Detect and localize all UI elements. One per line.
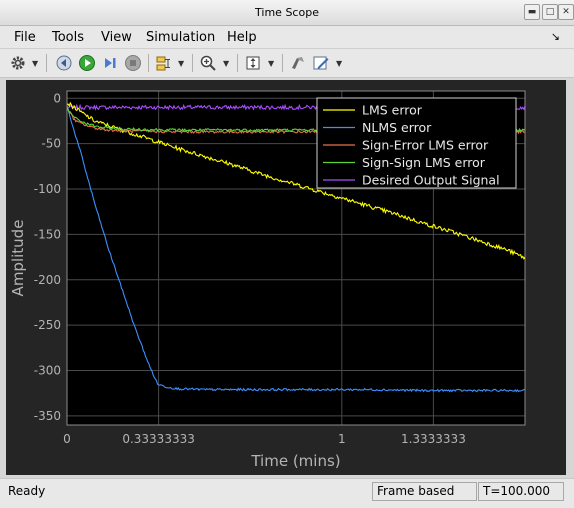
y-tick-label: -50 [41,137,61,151]
status-mode: Frame based [372,482,477,501]
maximize-icon: □ [545,7,555,17]
menu-view[interactable]: View [101,30,132,45]
minimize-button[interactable]: ▬ [524,4,540,20]
pin-icon[interactable]: ↘ [551,30,560,43]
time-scope-plot[interactable]: 0-50-100-150-200-250-300-3500 0.33333333 1… [6,80,566,475]
menu-file[interactable]: File [14,30,36,45]
y-tick-label: -150 [34,227,61,241]
window-titlebar: Time Scope ▬ □ ✕ [0,0,574,26]
menu-tools[interactable]: Tools [52,30,84,45]
y-tick-label: -100 [34,182,61,196]
style-icon[interactable] [311,53,331,73]
y-tick-label: -350 [34,409,61,423]
legend-entry: LMS error [362,103,423,118]
window-title: Time Scope [255,6,319,19]
close-icon: ✕ [562,7,570,17]
x-tick-label: 1 [338,432,346,446]
scope-display: 0 -50 -100 -150 -200 -250 -300 -350 0 0.33333333 1… [6,80,566,475]
toolbar-separator [46,54,47,72]
y-tick-label: 0 [53,91,61,105]
toolbar-separator [148,54,149,72]
x-tick-label: 0 [63,432,71,446]
step-back-icon[interactable] [54,53,74,73]
legend-entry: Sign-Sign LMS error [362,155,486,170]
status-time: T=100.000 [478,482,564,501]
step-forward-icon[interactable] [100,53,120,73]
x-tick-label: 0.33333333 [122,432,195,446]
legend-entry: Desired Output Signal [362,173,500,188]
toolbar-separator [192,54,193,72]
zoom-in-icon[interactable] [198,53,218,73]
toolbar-separator [282,54,283,72]
maximize-button[interactable]: □ [542,4,558,20]
legend-entry: Sign-Error LMS error [362,138,489,153]
y-tick-label: -200 [34,273,61,287]
y-tick-label: -300 [34,364,61,378]
x-axis-label: Time (mins) [250,452,340,470]
menu-help[interactable]: Help [227,30,257,45]
zoom-dropdown-icon[interactable]: ▼ [223,59,229,68]
scale-dropdown-icon[interactable]: ▼ [268,59,274,68]
menu-simulation[interactable]: Simulation [146,30,215,45]
signal-dropdown-icon[interactable]: ▼ [178,59,184,68]
highlight-icon[interactable] [288,53,308,73]
menu-bar: File Tools View Simulation Help ↘ [0,26,574,48]
gear-dropdown-icon[interactable]: ▼ [32,59,38,68]
y-tick-label: -250 [34,318,61,332]
y-axis-label: Amplitude [9,220,27,297]
run-icon[interactable] [77,53,97,73]
signal-select-icon[interactable] [154,53,174,73]
stop-icon[interactable] [123,53,143,73]
toolbar-separator [237,54,238,72]
minimize-icon: ▬ [527,7,537,17]
close-button[interactable]: ✕ [558,4,574,20]
style-dropdown-icon[interactable]: ▼ [336,59,342,68]
scale-axes-icon[interactable] [243,53,263,73]
toolbar: ▼ ▼ ▼ ▼ ▼ [0,48,574,78]
gear-icon[interactable] [8,53,28,73]
status-ready: Ready [8,484,46,498]
legend-entry: NLMS error [362,120,432,135]
x-tick-label: 1.3333333 [401,432,466,446]
status-bar: Ready Frame based T=100.000 [0,478,574,508]
